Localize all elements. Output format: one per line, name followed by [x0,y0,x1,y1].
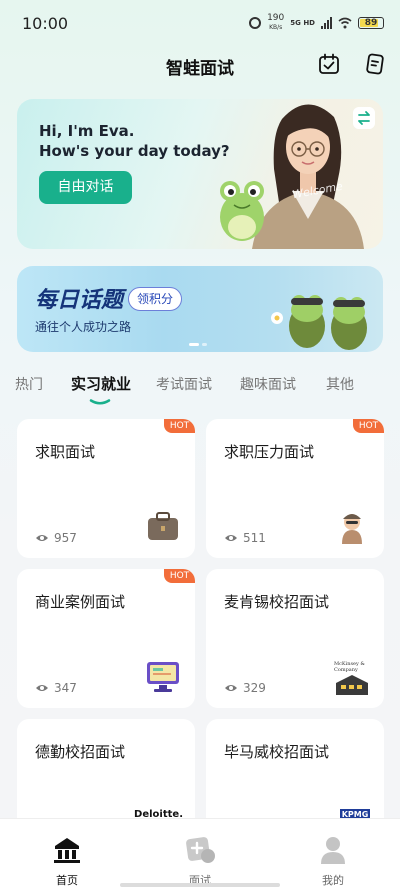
interview-icon [186,837,215,863]
signal-icon [321,17,332,29]
tab-exam-interview[interactable]: 考试面试 [156,374,212,394]
interview-card[interactable]: 麦肯锡校招面试 329 McKinsey & Company [206,569,384,708]
tab-internship-jobs[interactable]: 实习就业 [71,373,131,394]
view-count: 957 [35,531,77,545]
network-label: 5G HD [290,19,315,27]
notes-icon[interactable] [364,53,386,75]
profile-icon [321,837,345,864]
calendar-check-icon[interactable] [318,53,340,75]
wifi-icon [338,17,352,29]
nav-home-label: 首页 [56,874,78,887]
banner-subtitle: 通往个人成功之路 [35,320,132,334]
card-title: 毕马威校招面试 [224,743,330,761]
card-title: 商业案例面试 [35,593,126,611]
battery-icon: 89 [358,17,384,29]
frog-mascots-illustration [271,295,367,350]
view-count: 329 [224,681,266,695]
nav-home[interactable]: 首页 [37,835,97,888]
swap-icon[interactable] [353,107,375,129]
hero-greeting: Hi, I'm Eva. How's your day today? [39,121,230,161]
view-count-value: 347 [54,681,77,695]
active-tab-indicator [89,399,111,405]
home-indicator [120,883,280,887]
tab-fun-interview[interactable]: 趣味面试 [240,374,296,394]
eye-icon [225,685,237,691]
daily-topic-banner[interactable]: 每日话题 领积分 通往个人成功之路 [17,266,383,352]
nav-profile-label: 我的 [322,874,344,887]
battery-level: 89 [364,18,378,28]
interview-card[interactable]: 商业案例面试 HOT 347 [17,569,195,708]
nav-profile[interactable]: 我的 [303,835,363,888]
hot-badge: HOT [353,419,384,433]
person-icon [342,514,362,544]
interview-card[interactable]: 求职面试 HOT 957 [17,419,195,558]
card-title: 求职面试 [35,443,96,461]
greeting-line-1: Hi, I'm Eva. [39,122,135,140]
view-count: 347 [35,681,77,695]
monitor-icon [147,662,179,692]
banner-title: 每日话题 [35,288,124,313]
free-chat-button[interactable]: 自由对话 [39,171,132,204]
building-icon [336,675,368,695]
eye-icon [36,535,48,541]
category-tabs: 热门 实习就业 考试面试 趣味面试 其他 [0,372,400,405]
page-title: 智蛙面试 [166,59,234,79]
card-title: 求职压力面试 [224,443,315,461]
view-count-value: 329 [243,681,266,695]
view-count-value: 957 [54,531,77,545]
hot-badge: HOT [164,419,195,433]
hot-badge: HOT [164,569,195,583]
banner-badge[interactable]: 领积分 [128,287,183,311]
bottom-navigation: 首页 面试 我的 [0,818,400,890]
network-speed: 190 KB/s [267,14,284,32]
mckinsey-logo-text: McKinsey & Company [334,661,365,673]
speed-unit: KB/s [269,24,283,31]
tab-other[interactable]: 其他 [326,374,354,394]
card-title: 麦肯锡校招面试 [224,593,330,611]
nav-interview[interactable]: 面试 [170,835,230,888]
status-icons: 190 KB/s 5G HD 89 [249,14,384,32]
alarm-icon [249,17,262,29]
tab-hot[interactable]: 热门 [15,374,43,394]
home-icon [54,838,80,863]
card-title: 德勤校招面试 [35,743,126,761]
speed-value: 190 [267,13,285,23]
status-bar: 10:00 190 KB/s 5G HD 89 [0,0,400,48]
view-count-value: 511 [243,531,266,545]
eye-icon [225,535,237,541]
status-time: 10:00 [22,14,69,33]
greeting-line-2: How's your day today? [39,142,230,160]
banner-pagination [189,343,207,346]
hero-card[interactable]: Hi, I'm Eva. How's your day today? 自由对话 [17,99,383,249]
view-count: 511 [224,531,266,545]
briefcase-icon [148,512,178,540]
interview-card[interactable]: 求职压力面试 HOT 511 [206,419,384,558]
eye-icon [36,685,48,691]
